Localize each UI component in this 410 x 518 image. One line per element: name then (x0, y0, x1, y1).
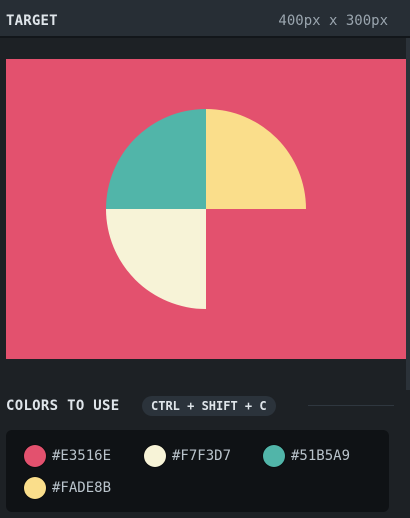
color-hex-label: #51B5A9 (291, 448, 351, 464)
color-swatch-panel: #E3516E #F7F3D7 #51B5A9 #FADE8B (6, 430, 389, 512)
color-hex-label: #FADE8B (52, 480, 112, 496)
color-swatch[interactable]: #E3516E (24, 444, 111, 468)
color-dot-icon (263, 445, 285, 467)
color-dot-icon (24, 477, 46, 499)
color-swatch[interactable]: #51B5A9 (263, 444, 350, 468)
color-dot-icon (144, 445, 166, 467)
target-title: TARGET (6, 13, 58, 29)
colors-to-use-header: COLORS TO USE CTRL + SHIFT + C (6, 396, 394, 416)
target-size-label: 400px x 300px (278, 13, 388, 29)
color-swatch[interactable]: #FADE8B (24, 476, 111, 500)
target-header: TARGET 400px x 300px (0, 0, 410, 38)
color-dot-icon (24, 445, 46, 467)
target-canvas (6, 59, 406, 359)
divider (308, 405, 394, 406)
color-swatch[interactable]: #F7F3D7 (144, 444, 231, 468)
color-hex-label: #E3516E (52, 448, 112, 464)
scrollbar-track[interactable] (406, 38, 410, 390)
colors-to-use-label: COLORS TO USE (6, 398, 120, 414)
target-image (6, 59, 406, 359)
copy-colors-shortcut-badge: CTRL + SHIFT + C (142, 396, 276, 416)
color-hex-label: #F7F3D7 (172, 448, 232, 464)
